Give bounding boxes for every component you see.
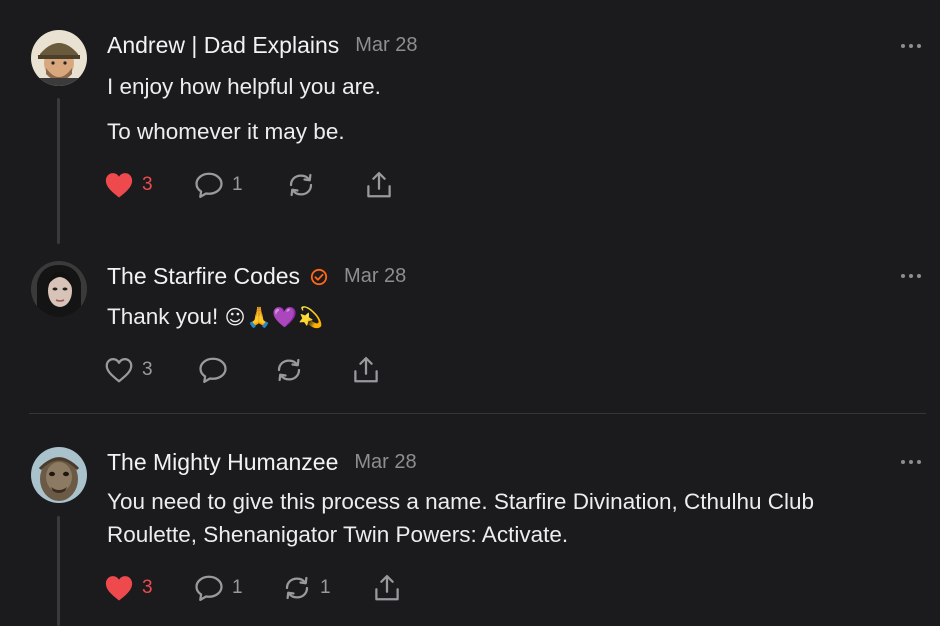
comment-button[interactable]	[198, 353, 236, 387]
more-icon	[901, 44, 905, 48]
more-options-button[interactable]	[901, 457, 921, 467]
restack-button[interactable]	[286, 168, 324, 202]
restack-icon	[289, 173, 313, 197]
share-icon	[367, 172, 391, 198]
heart-icon	[105, 173, 133, 198]
comment-button[interactable]: 1	[194, 168, 243, 202]
share-icon	[354, 357, 378, 383]
post-date: Mar 28	[344, 265, 407, 287]
author-name[interactable]: Andrew | Dad Explains	[107, 32, 339, 59]
heart-icon	[105, 576, 133, 601]
post-text: Thank you! ☺🙏💜💫	[107, 300, 324, 334]
post-header: The Starfire Codes Mar 28	[107, 263, 406, 290]
like-button[interactable]: 3	[104, 571, 153, 605]
thread-divider	[29, 413, 926, 414]
post-text-line: Roulette, Shenanigator Twin Powers: Acti…	[107, 522, 569, 547]
post-text-line: I enjoy how helpful you are.	[107, 74, 381, 99]
restack-count: 1	[320, 577, 331, 598]
more-options-button[interactable]	[901, 41, 921, 51]
restack-button[interactable]: 1	[282, 571, 331, 605]
author-name[interactable]: The Starfire Codes	[107, 263, 300, 290]
comment-icon	[195, 172, 223, 198]
like-count: 3	[142, 359, 153, 380]
like-button[interactable]: 3	[104, 353, 153, 387]
like-button[interactable]: 3	[104, 168, 153, 202]
avatar[interactable]	[31, 261, 87, 317]
like-count: 3	[142, 577, 153, 598]
post-header: The Mighty Humanzee Mar 28	[107, 449, 417, 476]
avatar[interactable]	[31, 447, 87, 503]
more-icon	[901, 460, 905, 464]
restack-icon	[285, 576, 309, 600]
share-icon	[375, 575, 399, 601]
restack-button[interactable]	[274, 353, 312, 387]
emoji-sequence: ☺🙏💜💫	[224, 305, 325, 329]
post-date: Mar 28	[355, 34, 418, 56]
verified-badge-icon	[310, 268, 328, 286]
thread-line	[57, 516, 60, 626]
post-header: Andrew | Dad Explains Mar 28	[107, 32, 418, 59]
share-button[interactable]	[372, 571, 402, 605]
post-text-content: Thank you!	[107, 304, 219, 329]
avatar[interactable]	[31, 30, 87, 86]
share-button[interactable]	[364, 168, 394, 202]
comment-count: 1	[232, 577, 243, 598]
post-date: Mar 28	[354, 451, 417, 473]
restack-icon	[277, 358, 301, 382]
more-options-button[interactable]	[901, 271, 921, 281]
like-count: 3	[142, 174, 153, 195]
comment-icon	[199, 357, 227, 383]
author-name[interactable]: The Mighty Humanzee	[107, 449, 338, 476]
comment-button[interactable]: 1	[194, 571, 243, 605]
post-text-line: To whomever it may be.	[107, 119, 345, 144]
comment-icon	[195, 575, 223, 601]
comment-count: 1	[232, 174, 243, 195]
post-text-line: You need to give this process a name. St…	[107, 489, 815, 514]
heart-icon	[105, 358, 133, 383]
thread-line	[57, 98, 60, 244]
more-icon	[901, 274, 905, 278]
share-button[interactable]	[351, 353, 381, 387]
